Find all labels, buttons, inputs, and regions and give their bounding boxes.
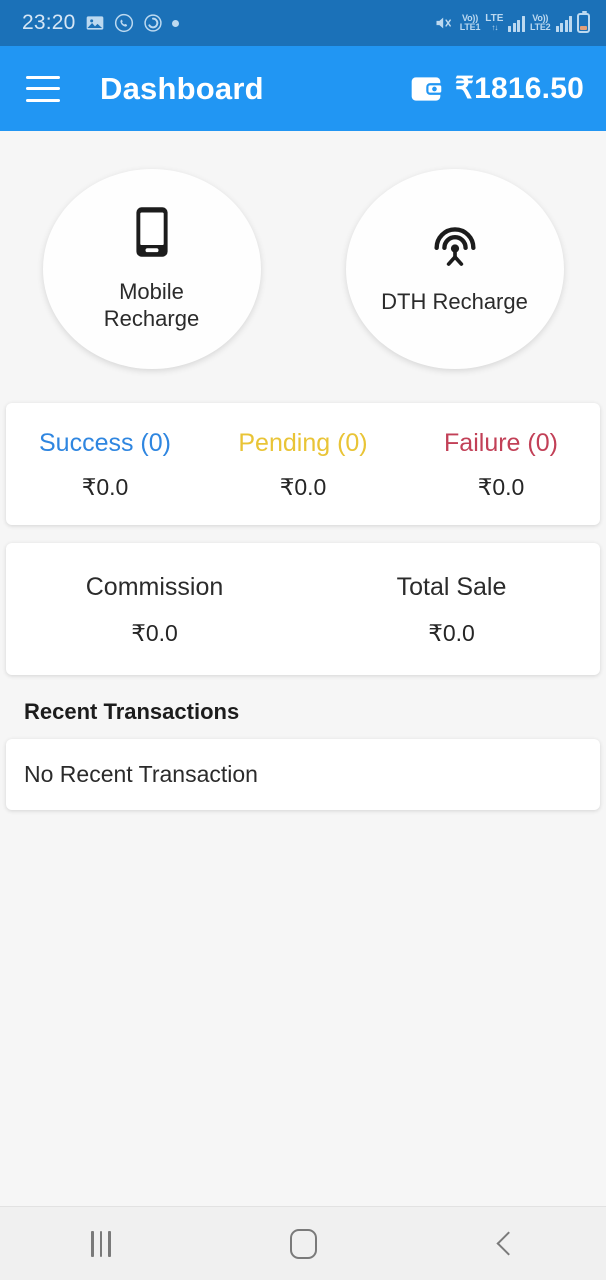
stat-pending-value: ₹0.0	[279, 474, 327, 500]
recent-transactions-card: No Recent Transaction	[6, 739, 600, 810]
wallet-amount: ₹1816.50	[454, 72, 584, 105]
commission-value: ₹0.0	[131, 620, 178, 646]
signal-bars-2-icon	[555, 15, 572, 32]
status-bar-clock: 23:20	[22, 11, 76, 34]
battery-icon	[577, 11, 590, 33]
stat-pending[interactable]: Pending (0) ₹0.0	[204, 429, 402, 501]
no-transactions-message: No Recent Transaction	[24, 761, 258, 787]
totals-row: Commission ₹0.0 Total Sale ₹0.0	[6, 543, 600, 675]
transaction-status-row: Success (0) ₹0.0 Pending (0) ₹0.0 Failur…	[6, 403, 600, 525]
total-sale-label: Total Sale	[396, 573, 507, 601]
stat-failure-label: Failure (0)	[444, 429, 558, 457]
mute-icon	[433, 13, 455, 33]
mobile-recharge-label: Mobile Recharge	[103, 278, 200, 331]
stat-failure[interactable]: Failure (0) ₹0.0	[402, 429, 600, 501]
volte1-icon: Vo)) LTE1	[459, 13, 481, 32]
home-icon	[289, 1228, 317, 1259]
signal-bars-1-icon	[508, 15, 525, 32]
wallet-icon	[409, 74, 443, 104]
total-sale-block: Total Sale ₹0.0	[303, 573, 600, 647]
stat-success-label: Success (0)	[39, 429, 171, 457]
lte-icon: LTE ↑↓	[485, 13, 504, 32]
volte2-icon: Vo)) LTE2	[529, 13, 551, 32]
stat-failure-value: ₹0.0	[477, 474, 525, 500]
recent-transactions-heading: Recent Transactions	[24, 699, 240, 724]
recents-button[interactable]	[0, 1230, 202, 1257]
dth-recharge-button[interactable]: DTH Recharge	[345, 169, 564, 369]
dth-recharge-label: DTH Recharge	[381, 289, 528, 315]
broadcast-tower-icon	[431, 222, 479, 273]
wallet-balance-button[interactable]: ₹1816.50	[409, 71, 584, 106]
quick-actions-row: Mobile Recharge DTH Recharge	[0, 131, 606, 403]
status-bar-right: Vo)) LTE1 LTE ↑↓ Vo)) LTE2	[433, 11, 590, 33]
phone-screen: 23:20 Vo)) LTE1 LTE ↑↓ Vo)) LTE2 Dashboa…	[0, 0, 606, 1280]
home-button[interactable]	[202, 1228, 404, 1259]
clock-app-icon	[143, 13, 163, 33]
commission-label: Commission	[85, 573, 224, 601]
app-bar: Dashboard ₹1816.50	[0, 46, 606, 131]
mobile-recharge-button[interactable]: Mobile Recharge	[42, 169, 261, 369]
back-button[interactable]	[404, 1231, 606, 1256]
status-bar: 23:20 Vo)) LTE1 LTE ↑↓ Vo)) LTE2	[0, 0, 606, 46]
whatsapp-icon	[114, 13, 134, 33]
stat-success[interactable]: Success (0) ₹0.0	[6, 429, 204, 501]
gallery-icon	[85, 13, 105, 33]
transaction-status-card: Success (0) ₹0.0 Pending (0) ₹0.0 Failur…	[6, 403, 600, 525]
stat-pending-label: Pending (0)	[238, 429, 368, 457]
totals-card: Commission ₹0.0 Total Sale ₹0.0	[6, 543, 600, 675]
dot-indicator	[171, 19, 179, 27]
page-title: Dashboard	[100, 70, 264, 106]
hamburger-menu-icon[interactable]	[26, 75, 60, 102]
recents-icon	[91, 1230, 111, 1257]
commission-block: Commission ₹0.0	[6, 573, 303, 647]
smartphone-icon	[135, 206, 169, 263]
status-bar-left: 23:20	[22, 11, 179, 35]
total-sale-value: ₹0.0	[428, 620, 475, 646]
stat-success-value: ₹0.0	[81, 474, 129, 500]
system-navigation-bar	[0, 1206, 606, 1280]
back-icon	[495, 1231, 521, 1256]
